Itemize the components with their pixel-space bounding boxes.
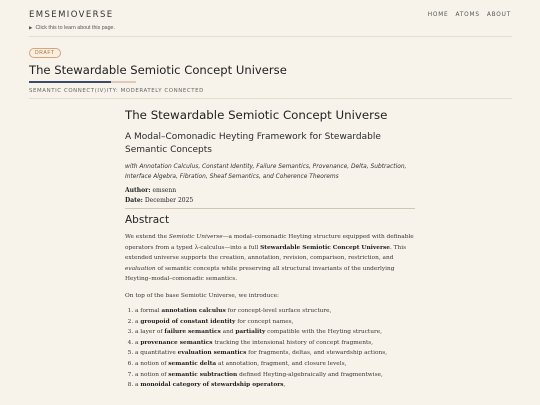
section-rule <box>125 208 415 209</box>
author-label: Author: <box>125 187 151 194</box>
author-line: Author: emsenn <box>125 186 415 196</box>
list-item: a notion of semantic subtraction defined… <box>135 370 415 381</box>
disclosure-triangle-icon: ▶ <box>29 25 33 30</box>
list-item: a formal annotation calculus for concept… <box>135 306 415 317</box>
learn-about-label: Click this to learn about this page. <box>35 25 115 31</box>
main-nav: HOME ATOMS ABOUT <box>428 12 511 18</box>
list-item: a quantitative evaluation semantics for … <box>135 348 415 359</box>
text-run-italic: Semiotic Universe <box>168 234 223 240</box>
nav-about[interactable]: ABOUT <box>487 12 511 18</box>
draft-badge: DRAFT <box>29 48 61 58</box>
contributions-list: a formal annotation calculus for concept… <box>125 306 415 391</box>
abstract-intro: On top of the base Semiotic Universe, we… <box>125 292 279 299</box>
list-item: a monoidal category of stewardship opera… <box>135 380 415 391</box>
text-run: of semantic concepts while preserving al… <box>125 265 395 283</box>
connectivity-meta: SEMANTIC CONNECT(IV)ITY: MODERATELY CONN… <box>29 88 204 94</box>
nav-home[interactable]: HOME <box>428 12 449 18</box>
document-title: The Stewardable Semiotic Concept Univers… <box>125 108 388 122</box>
article-body: The Stewardable Semiotic Concept Univers… <box>125 108 415 391</box>
list-item: a provenance semantics tracking the inte… <box>135 338 415 349</box>
divider <box>29 98 512 99</box>
nav-atoms[interactable]: ATOMS <box>456 12 480 18</box>
list-item: a groupoid of constant identity for conc… <box>135 317 415 328</box>
divider <box>29 36 512 37</box>
date-line: Date: December 2025 <box>125 196 415 206</box>
text-run: We extend the <box>125 234 169 240</box>
page-title: The Stewardable Semiotic Concept Univers… <box>29 63 287 77</box>
date-value: December 2025 <box>144 196 194 204</box>
abstract-paragraph: We extend the Semiotic Universe—a modal–… <box>125 232 415 285</box>
date-label: Date: <box>125 196 143 204</box>
site-title[interactable]: EMSEMIOVERSE <box>29 10 114 20</box>
title-accent-line <box>29 81 111 83</box>
text-run-italic: evaluation <box>125 265 156 272</box>
list-item: a notion of semantic delta at annotation… <box>135 359 415 370</box>
learn-about-toggle[interactable]: ▶ Click this to learn about this page. <box>29 25 115 31</box>
author-name: emsenn <box>152 187 177 194</box>
top-bar: EMSEMIOVERSE HOME ATOMS ABOUT <box>0 0 540 22</box>
text-run-bold: Stewardable Semiotic Concept Universe <box>260 244 390 251</box>
list-item: a layer of failure semantics and partial… <box>135 327 415 338</box>
document-features: with Annotation Calculus, Constant Ident… <box>125 164 407 180</box>
abstract-heading: Abstract <box>125 214 170 226</box>
document-subtitle: A Modal–Comonadic Heyting Framework for … <box>125 132 381 155</box>
title-accent-line-light <box>111 81 136 83</box>
